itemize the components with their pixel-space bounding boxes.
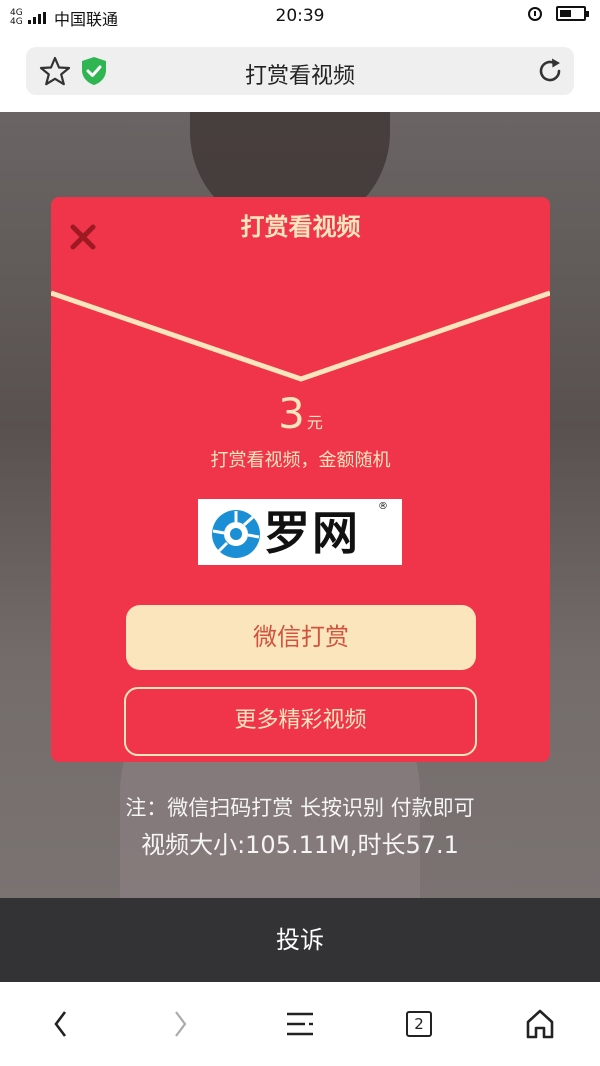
tabs-button[interactable]: 2	[394, 1002, 444, 1046]
menu-button[interactable]	[275, 1002, 325, 1046]
more-videos-button[interactable]: 更多精彩视频	[124, 687, 477, 756]
status-time: 20:39	[275, 6, 325, 26]
envelope-flap	[51, 290, 550, 382]
logo-text: 罗网	[264, 506, 360, 560]
wechat-reward-button[interactable]: 微信打赏	[126, 605, 476, 670]
complain-button[interactable]: 投诉	[0, 898, 600, 982]
modal-title: 打赏看视频	[240, 213, 361, 241]
battery-icon	[556, 6, 589, 21]
browser-toolbar: 打赏看视频	[0, 34, 600, 112]
home-button[interactable]	[515, 1002, 565, 1046]
page-title: 打赏看视频	[244, 64, 355, 89]
menu-icon	[287, 1012, 313, 1036]
registered-mark: ®	[378, 501, 388, 512]
amount-value: 3	[278, 389, 305, 438]
status-right	[528, 6, 589, 21]
status-bar: 4G 4G 中国联通 20:39	[0, 0, 600, 34]
spider-logo-icon	[212, 510, 260, 558]
back-button[interactable]	[36, 1002, 86, 1046]
alarm-icon	[528, 6, 542, 21]
reward-amount: 3元	[51, 389, 550, 438]
video-info: 视频大小:105.11M,时长57.1	[141, 831, 459, 859]
home-icon	[526, 1009, 554, 1039]
chevron-right-icon	[175, 1011, 187, 1037]
bottom-nav: 2	[0, 982, 600, 1066]
chevron-left-icon	[54, 1011, 67, 1037]
modal-subtitle: 打赏看视频，金额随机	[210, 450, 391, 471]
payment-note: 注：微信扫码打赏 长按识别 付款即可	[125, 796, 475, 820]
logo: 罗网 ®	[198, 499, 402, 565]
address-bar[interactable]: 打赏看视频	[26, 47, 574, 95]
forward-button[interactable]	[155, 1002, 205, 1046]
reward-modal: 打赏看视频 3元 打赏看视频，金额随机 罗网 ® 微信打赏 更多精彩视频	[51, 197, 550, 762]
amount-unit: 元	[306, 413, 323, 432]
battery-level	[560, 10, 571, 17]
tab-count: 2	[406, 1011, 432, 1037]
reload-icon[interactable]	[534, 55, 566, 87]
